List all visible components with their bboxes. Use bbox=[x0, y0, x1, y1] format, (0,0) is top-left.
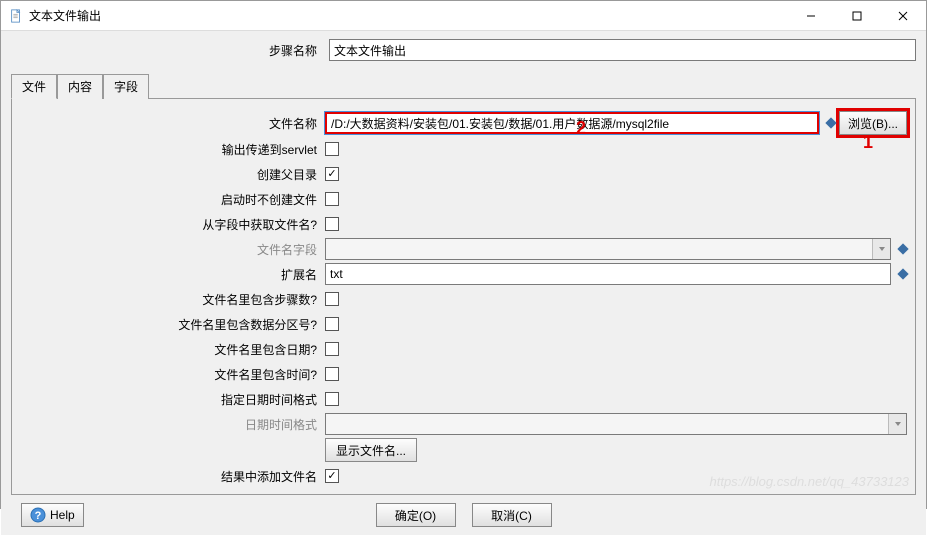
cancel-button[interactable]: 取消(C) bbox=[472, 503, 552, 527]
document-icon bbox=[9, 9, 23, 23]
step-name-input[interactable] bbox=[329, 39, 916, 61]
filename-from-field-checkbox[interactable] bbox=[325, 217, 339, 231]
variable-icon bbox=[897, 243, 908, 254]
tab-body: 文件名称 浏览(B)... 输出传递到servlet 创建父目录 启动时不创建文… bbox=[11, 99, 916, 495]
titlebar: 文本文件输出 bbox=[1, 1, 926, 31]
add-to-result-label: 结果中添加文件名 bbox=[20, 468, 325, 485]
ok-button[interactable]: 确定(O) bbox=[376, 503, 456, 527]
specify-format-checkbox[interactable] bbox=[325, 392, 339, 406]
tab-fields[interactable]: 字段 bbox=[103, 74, 149, 99]
include-partition-label: 文件名里包含数据分区号? bbox=[20, 316, 325, 333]
filename-field-label: 文件名字段 bbox=[20, 241, 325, 258]
create-parent-checkbox[interactable] bbox=[325, 167, 339, 181]
maximize-button[interactable] bbox=[834, 1, 880, 31]
tab-bar: 文件 内容 字段 bbox=[11, 73, 916, 99]
file-name-input[interactable] bbox=[325, 112, 819, 134]
variable-icon bbox=[897, 268, 908, 279]
no-create-start-label: 启动时不创建文件 bbox=[20, 191, 325, 208]
step-name-label: 步骤名称 bbox=[11, 42, 321, 59]
include-time-checkbox[interactable] bbox=[325, 367, 339, 381]
include-date-checkbox[interactable] bbox=[325, 342, 339, 356]
include-step-checkbox[interactable] bbox=[325, 292, 339, 306]
file-name-label: 文件名称 bbox=[20, 115, 325, 132]
filename-field-combo bbox=[325, 238, 891, 260]
datetime-format-label: 日期时间格式 bbox=[20, 416, 325, 433]
include-step-label: 文件名里包含步骤数? bbox=[20, 291, 325, 308]
extension-input[interactable] bbox=[325, 263, 891, 285]
chevron-down-icon bbox=[888, 414, 906, 434]
close-button[interactable] bbox=[880, 1, 926, 31]
minimize-button[interactable] bbox=[788, 1, 834, 31]
browse-button[interactable]: 浏览(B)... bbox=[839, 111, 907, 135]
specify-format-label: 指定日期时间格式 bbox=[20, 391, 325, 408]
tab-file[interactable]: 文件 bbox=[11, 74, 57, 99]
include-time-label: 文件名里包含时间? bbox=[20, 366, 325, 383]
help-button[interactable]: ? Help bbox=[21, 503, 84, 527]
tab-content[interactable]: 内容 bbox=[57, 74, 103, 99]
variable-icon bbox=[825, 117, 836, 128]
no-create-start-checkbox[interactable] bbox=[325, 192, 339, 206]
output-servlet-label: 输出传递到servlet bbox=[20, 141, 325, 158]
include-date-label: 文件名里包含日期? bbox=[20, 341, 325, 358]
datetime-format-combo bbox=[325, 413, 907, 435]
help-icon: ? bbox=[30, 507, 46, 523]
window-title: 文本文件输出 bbox=[29, 7, 101, 24]
include-partition-checkbox[interactable] bbox=[325, 317, 339, 331]
show-filenames-button[interactable]: 显示文件名... bbox=[325, 438, 417, 462]
create-parent-label: 创建父目录 bbox=[20, 166, 325, 183]
add-to-result-checkbox[interactable] bbox=[325, 469, 339, 483]
filename-from-field-label: 从字段中获取文件名? bbox=[20, 216, 325, 233]
output-servlet-checkbox[interactable] bbox=[325, 142, 339, 156]
extension-label: 扩展名 bbox=[20, 266, 325, 283]
svg-text:?: ? bbox=[35, 510, 42, 522]
chevron-down-icon bbox=[872, 239, 890, 259]
